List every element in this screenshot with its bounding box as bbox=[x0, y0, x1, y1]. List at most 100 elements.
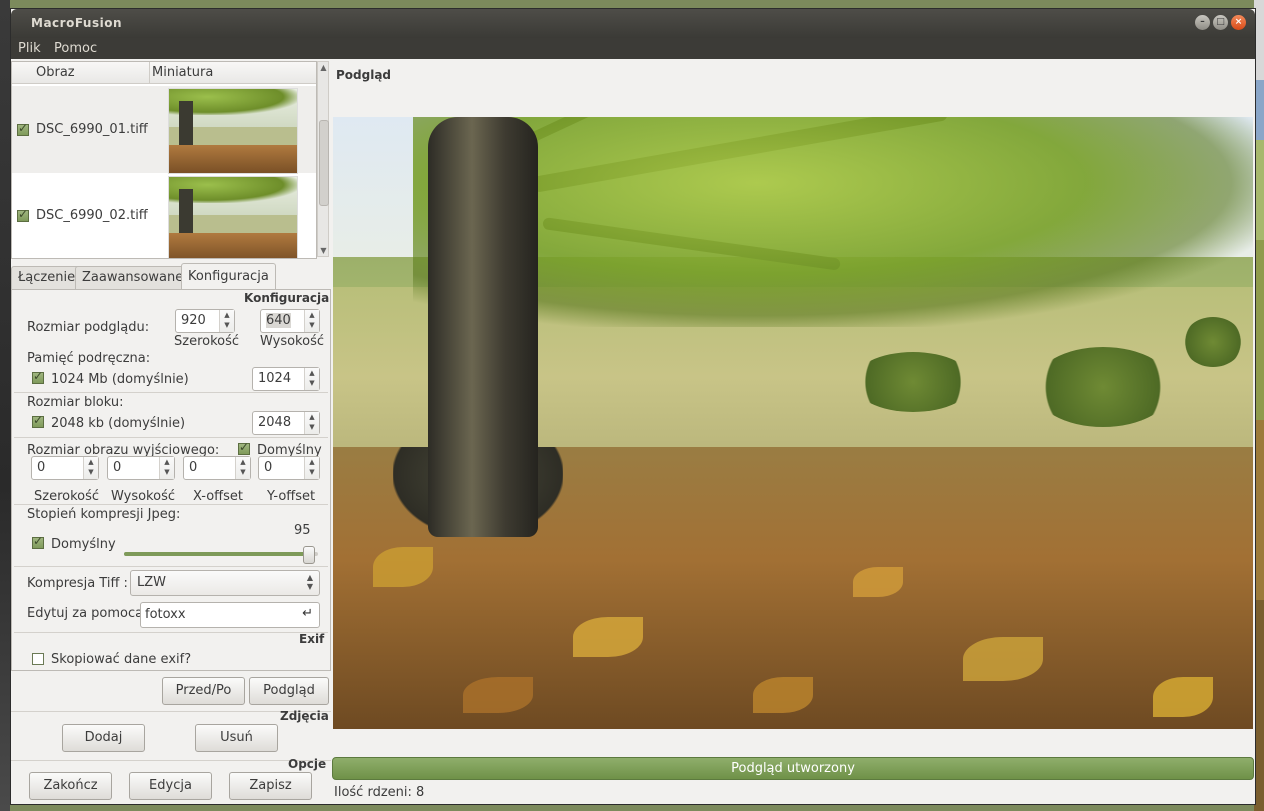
tiff-compression-value: LZW bbox=[137, 575, 167, 590]
editor-input[interactable]: fotoxx ↵ bbox=[140, 602, 320, 628]
select-arrows-icon: ▲ ▼ bbox=[306, 573, 313, 591]
block-size-spinner[interactable]: 2048 ▲ ▼ bbox=[252, 411, 320, 435]
slider-handle[interactable] bbox=[303, 546, 316, 564]
output-width-spinner[interactable]: 0 ▲ ▼ bbox=[31, 456, 99, 480]
config-panel: Konfiguracja Rozmiar podglądu: 920 ▲ ▼ 64… bbox=[11, 289, 331, 671]
cache-default-checkbox[interactable] bbox=[32, 369, 44, 384]
editor-input-value[interactable]: fotoxx bbox=[145, 607, 186, 622]
divider bbox=[14, 632, 328, 633]
menu-pomoc[interactable]: Pomoc bbox=[54, 41, 97, 56]
image-thumbnail bbox=[168, 176, 298, 258]
output-xoffset-caption: X-offset bbox=[193, 489, 243, 504]
tab-zaawansowane[interactable]: Zaawansowane bbox=[75, 266, 191, 289]
slider-fill bbox=[124, 552, 309, 556]
exif-copy-label: Skopiować dane exif? bbox=[51, 652, 192, 667]
preview-width-spinner[interactable]: 920 ▲ ▼ bbox=[175, 309, 235, 333]
divider bbox=[14, 437, 328, 438]
output-yoffset-spinner[interactable]: 0 ▲ ▼ bbox=[258, 456, 320, 480]
save-button[interactable]: Zapisz bbox=[229, 772, 312, 800]
menu-plik[interactable]: Plik bbox=[18, 41, 41, 56]
preview-height-spinner[interactable]: 640 ▲ ▼ bbox=[260, 309, 320, 333]
enter-icon[interactable]: ↵ bbox=[302, 606, 313, 621]
preview-height-value[interactable]: 640 bbox=[266, 313, 291, 328]
desktop-background-left bbox=[0, 0, 10, 811]
preview-button[interactable]: Podgląd bbox=[249, 677, 329, 705]
row-checkbox[interactable] bbox=[17, 121, 29, 136]
column-header-miniatura[interactable]: Miniatura bbox=[150, 62, 316, 84]
edit-with-label: Edytuj za pomocą bbox=[27, 606, 144, 621]
tiff-compression-select[interactable]: LZW ▲ ▼ bbox=[130, 570, 320, 596]
tiff-compression-label: Kompresja Tiff : bbox=[27, 576, 128, 591]
maximize-icon[interactable]: □ bbox=[1213, 15, 1228, 30]
image-list-table[interactable]: Obraz Miniatura DSC_6990_01.tiff DSC_699… bbox=[11, 61, 317, 259]
divider bbox=[14, 504, 328, 505]
before-after-button[interactable]: Przed/Po bbox=[162, 677, 245, 705]
exif-copy-checkbox[interactable] bbox=[32, 653, 44, 665]
spinner-arrows-icon[interactable]: ▲ ▼ bbox=[304, 368, 319, 390]
preview-size-label: Rozmiar podglądu: bbox=[27, 320, 150, 335]
title-bar: MacroFusion – □ × bbox=[11, 9, 1255, 38]
scrollbar-thumb[interactable] bbox=[319, 120, 329, 206]
jpeg-compression-value: 95 bbox=[294, 523, 311, 538]
tab-laczenie[interactable]: Łączenie bbox=[11, 266, 83, 289]
jpeg-compression-label: Stopień kompresji Jpeg: bbox=[27, 507, 181, 522]
window-title: MacroFusion bbox=[31, 16, 122, 30]
edit-button[interactable]: Edycja bbox=[129, 772, 212, 800]
exif-section-title: Exif bbox=[299, 632, 325, 646]
divider bbox=[14, 566, 328, 567]
spinner-arrows-icon[interactable]: ▲ ▼ bbox=[304, 310, 319, 332]
spinner-arrows-icon[interactable]: ▲ ▼ bbox=[159, 457, 174, 479]
tab-konfiguracja[interactable]: Konfiguracja bbox=[181, 263, 276, 290]
cache-size-spinner[interactable]: 1024 ▲ ▼ bbox=[252, 367, 320, 391]
options-section-title: Opcje bbox=[288, 757, 327, 771]
add-button[interactable]: Dodaj bbox=[62, 724, 145, 752]
minimize-icon[interactable]: – bbox=[1195, 15, 1210, 30]
output-yoffset-value[interactable]: 0 bbox=[264, 460, 272, 475]
column-header-obraz[interactable]: Obraz bbox=[12, 62, 150, 84]
block-default-checkbox[interactable] bbox=[32, 413, 44, 428]
row-checkbox[interactable] bbox=[17, 207, 29, 222]
scroll-up-icon[interactable]: ▲ bbox=[319, 63, 328, 72]
quit-button[interactable]: Zakończ bbox=[29, 772, 112, 800]
output-width-value[interactable]: 0 bbox=[37, 460, 45, 475]
output-height-value[interactable]: 0 bbox=[113, 460, 121, 475]
file-name: DSC_6990_02.tiff bbox=[36, 208, 148, 223]
jpeg-default-label: Domyślny bbox=[51, 537, 116, 552]
spinner-arrows-icon[interactable]: ▲ ▼ bbox=[235, 457, 250, 479]
table-row[interactable]: DSC_6990_01.tiff bbox=[12, 86, 316, 174]
cache-label: Pamięć podręczna: bbox=[27, 351, 151, 366]
divider bbox=[11, 760, 331, 761]
close-icon[interactable]: × bbox=[1231, 15, 1246, 30]
photos-section-title: Zdjęcia bbox=[280, 709, 329, 723]
app-window: MacroFusion – □ × Plik Pomoc Obraz Minia… bbox=[10, 8, 1256, 805]
spinner-arrows-icon[interactable]: ▲ ▼ bbox=[83, 457, 98, 479]
table-row[interactable]: DSC_6990_02.tiff bbox=[12, 174, 316, 258]
remove-button[interactable]: Usuń bbox=[195, 724, 278, 752]
output-yoffset-caption: Y-offset bbox=[267, 489, 316, 504]
scroll-down-icon[interactable]: ▼ bbox=[319, 246, 328, 255]
output-height-caption: Wysokość bbox=[111, 489, 175, 504]
block-size-label: Rozmiar bloku: bbox=[27, 395, 124, 410]
image-thumbnail bbox=[168, 88, 298, 174]
jpeg-quality-slider[interactable] bbox=[124, 546, 318, 564]
output-width-caption: Szerokość bbox=[34, 489, 100, 504]
jpeg-default-checkbox[interactable] bbox=[32, 534, 44, 549]
preview-width-value[interactable]: 920 bbox=[181, 313, 206, 328]
preview-height-caption: Wysokość bbox=[260, 334, 324, 349]
spinner-arrows-icon[interactable]: ▲ ▼ bbox=[219, 310, 234, 332]
block-size-value[interactable]: 2048 bbox=[258, 415, 291, 430]
output-default-checkbox[interactable] bbox=[238, 440, 250, 455]
output-xoffset-spinner[interactable]: 0 ▲ ▼ bbox=[183, 456, 251, 480]
main-content: Obraz Miniatura DSC_6990_01.tiff DSC_699… bbox=[11, 59, 1255, 804]
cores-status-label: Ilość rdzeni: 8 bbox=[334, 785, 425, 800]
spinner-arrows-icon[interactable]: ▲ ▼ bbox=[304, 412, 319, 434]
output-height-spinner[interactable]: 0 ▲ ▼ bbox=[107, 456, 175, 480]
divider bbox=[14, 392, 328, 393]
menu-bar: Plik Pomoc bbox=[11, 38, 1255, 59]
spinner-arrows-icon[interactable]: ▲ ▼ bbox=[304, 457, 319, 479]
cache-size-value[interactable]: 1024 bbox=[258, 371, 291, 386]
preview-title: Podgląd bbox=[336, 68, 392, 82]
settings-tabs: Łączenie Zaawansowane Konfiguracja bbox=[11, 263, 331, 290]
image-list-scrollbar[interactable]: ▲ ▼ bbox=[317, 61, 329, 257]
output-xoffset-value[interactable]: 0 bbox=[189, 460, 197, 475]
